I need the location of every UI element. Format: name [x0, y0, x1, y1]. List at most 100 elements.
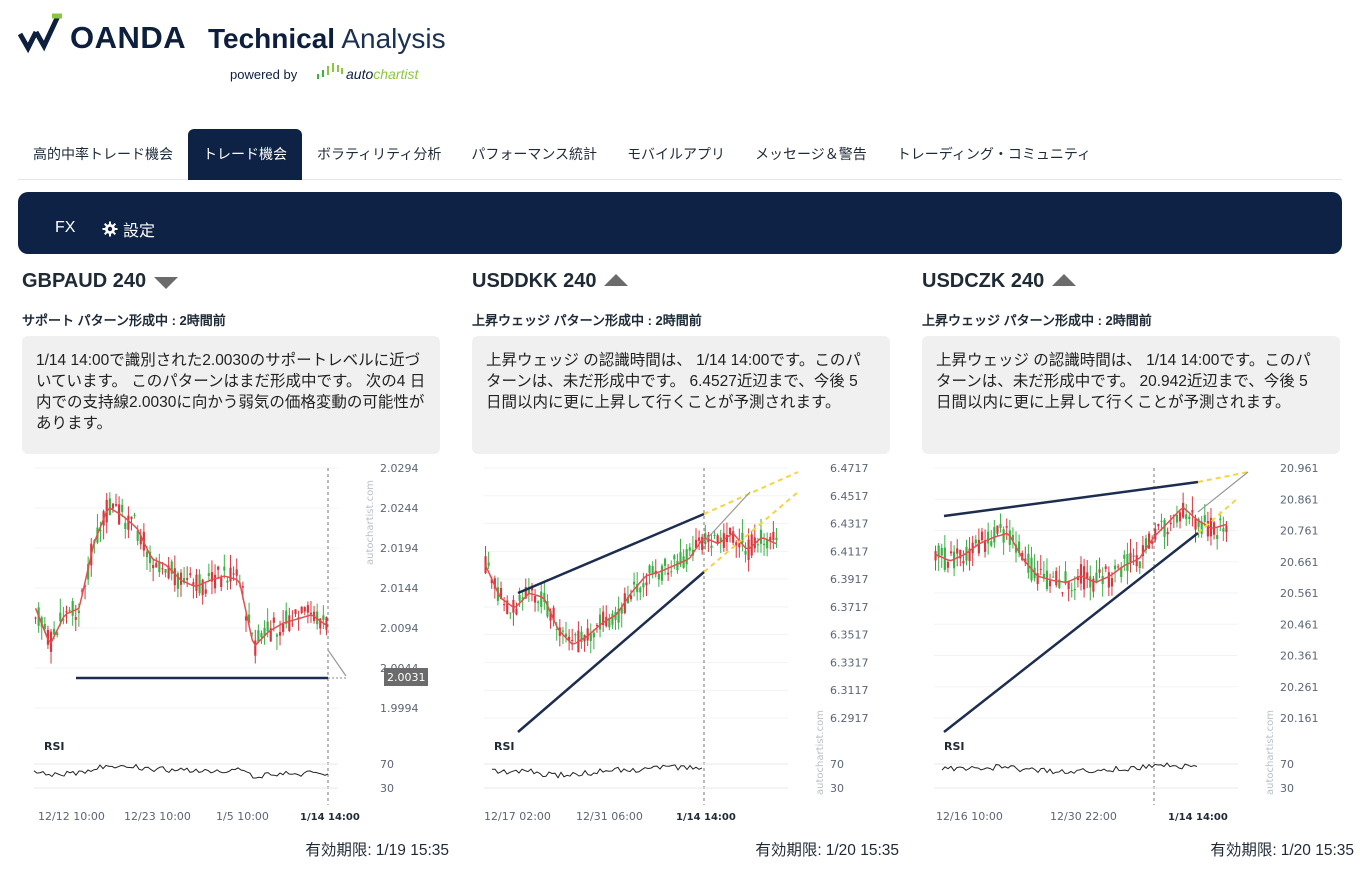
y-axis-tick-label: 20.361: [1280, 650, 1319, 663]
candle: [698, 537, 701, 541]
card-title[interactable]: USDDKK 240: [472, 270, 629, 293]
candle: [744, 550, 747, 555]
candle: [946, 561, 950, 568]
wedge-upper-line: [517, 512, 705, 595]
candle: [1005, 526, 1008, 528]
candle: [977, 539, 980, 554]
tab-volatility[interactable]: ボラティリティ分析: [302, 129, 456, 180]
powered-by-text: powered by: [230, 67, 298, 82]
candle: [980, 531, 984, 541]
candle: [322, 615, 325, 621]
candle: [232, 573, 235, 575]
candle: [207, 573, 210, 576]
candle: [164, 568, 167, 573]
y-axis-tick-label: 6.3117: [830, 684, 869, 697]
expiry-text: 有効期限: 1/19 15:35: [305, 842, 449, 859]
y-axis-tick-label: 2.0244: [380, 502, 419, 515]
candle: [195, 574, 198, 591]
settings-button[interactable]: 設定: [102, 217, 155, 241]
candle: [213, 574, 217, 589]
card-title[interactable]: GBPAUD 240: [22, 270, 179, 293]
price-chart[interactable]: 20.961 20.861 20.761 20.661 20.561 20.461 20.3…: [918, 460, 1348, 830]
y-axis-tick-label: 20.861: [1280, 493, 1319, 506]
tab-high-probability[interactable]: 高的中率トレード機会: [18, 129, 188, 180]
candle: [1089, 576, 1092, 588]
candle: [962, 561, 965, 564]
autochartist-watermark: autochartist.com: [1265, 710, 1276, 795]
candle: [204, 589, 207, 594]
candle: [1160, 520, 1163, 522]
candle: [1182, 502, 1185, 518]
candle: [735, 542, 738, 546]
tab-trading-community[interactable]: トレーディング・コミュニティ: [882, 129, 1106, 180]
pattern-subtitle: サポート パターン形成中 : 2時間前: [22, 313, 226, 328]
candle: [34, 617, 37, 619]
y-axis-tick-label: 6.3317: [830, 656, 869, 669]
y-axis-tick-label: 2.0094: [380, 622, 419, 635]
x-axis-tick-label: 12/12 10:00: [38, 810, 105, 823]
candle: [1070, 590, 1073, 592]
candle: [1163, 519, 1166, 537]
candle: [999, 523, 1002, 529]
candle: [540, 591, 543, 607]
candle: [306, 605, 309, 613]
opportunity-card-usdczk[interactable]: USDCZK 240 上昇ウェッジ パターン形成中 : 2時間前 上昇ウェッジ …: [918, 262, 1354, 872]
filter-navbar: FX 設定: [18, 192, 1342, 254]
x-axis-tick-label: 1/14 14:00: [300, 812, 360, 823]
candle: [1191, 510, 1194, 513]
candle: [1216, 535, 1219, 539]
tab-mobile-app[interactable]: モバイルアプリ: [612, 129, 740, 180]
candle: [1002, 529, 1005, 543]
candle: [201, 579, 204, 596]
candle: [74, 617, 77, 620]
y-axis-tick-label: 20.761: [1280, 525, 1319, 538]
y-axis-tick-label: 6.2917: [830, 712, 869, 725]
x-axis-tick-label: 12/23 10:00: [124, 810, 191, 823]
candle: [1107, 572, 1110, 588]
candle: [667, 572, 670, 575]
candle: [152, 565, 155, 569]
candle: [59, 612, 62, 622]
candle: [114, 504, 118, 506]
candle: [1086, 572, 1089, 579]
price-chart[interactable]: 2.02942.02442.01942.01442.00942.00441.99…: [18, 460, 448, 830]
tab-messages-alerts[interactable]: メッセージ＆警告: [740, 129, 882, 180]
y-axis-tick-label: 6.4117: [830, 545, 869, 558]
oanda-logo[interactable]: OANDA Technical Analysis powered by auto…: [18, 10, 478, 90]
tab-performance[interactable]: パフォーマンス統計: [456, 129, 612, 180]
forecast-lower-line: [703, 491, 799, 573]
candle: [1175, 514, 1179, 523]
candle: [1225, 525, 1228, 533]
candle: [1073, 589, 1076, 591]
rsi-line: [492, 764, 703, 779]
x-axis-tick-label: 1/14 14:00: [676, 812, 736, 823]
candle: [996, 525, 999, 534]
candle: [1079, 564, 1083, 584]
candle: [555, 629, 558, 631]
candle: [1113, 565, 1117, 570]
opportunity-card-usddkk[interactable]: USDDKK 240 上昇ウェッジ パターン形成中 : 2時間前 上昇ウェッジ …: [468, 262, 899, 872]
card-title[interactable]: USDCZK 240: [922, 270, 1077, 293]
candle: [648, 565, 651, 574]
x-axis-tick-label: 1/14 14:00: [1168, 812, 1228, 823]
rsi-tick-label: 70: [830, 758, 844, 771]
candle: [1178, 512, 1182, 522]
candle: [1055, 571, 1058, 586]
candle: [124, 522, 127, 529]
y-axis-tick-label: 20.161: [1280, 712, 1319, 725]
candle: [639, 587, 642, 593]
candle: [303, 607, 306, 612]
symbol-label: USDCZK 240: [922, 270, 1045, 292]
fx-filter-link[interactable]: FX: [55, 219, 75, 237]
autochartist-logo-text: autochartist: [346, 66, 419, 82]
tab-trade-opportunities[interactable]: トレード機会: [188, 129, 302, 180]
candle: [1185, 514, 1188, 520]
symbol-label: USDDKK 240: [472, 270, 597, 292]
y-axis-tick-label: 20.261: [1280, 681, 1319, 694]
candle: [741, 532, 744, 544]
opportunity-card-gbpaud[interactable]: GBPAUD 240 サポート パターン形成中 : 2時間前 1/14 14:0…: [18, 262, 449, 872]
candle: [77, 610, 80, 614]
rsi-tick-label: 30: [830, 782, 844, 795]
candle: [642, 583, 645, 588]
price-chart[interactable]: 6.4717 6.4517 6.4317 6.4117 6.3917 6.3717 6.35…: [468, 460, 898, 830]
